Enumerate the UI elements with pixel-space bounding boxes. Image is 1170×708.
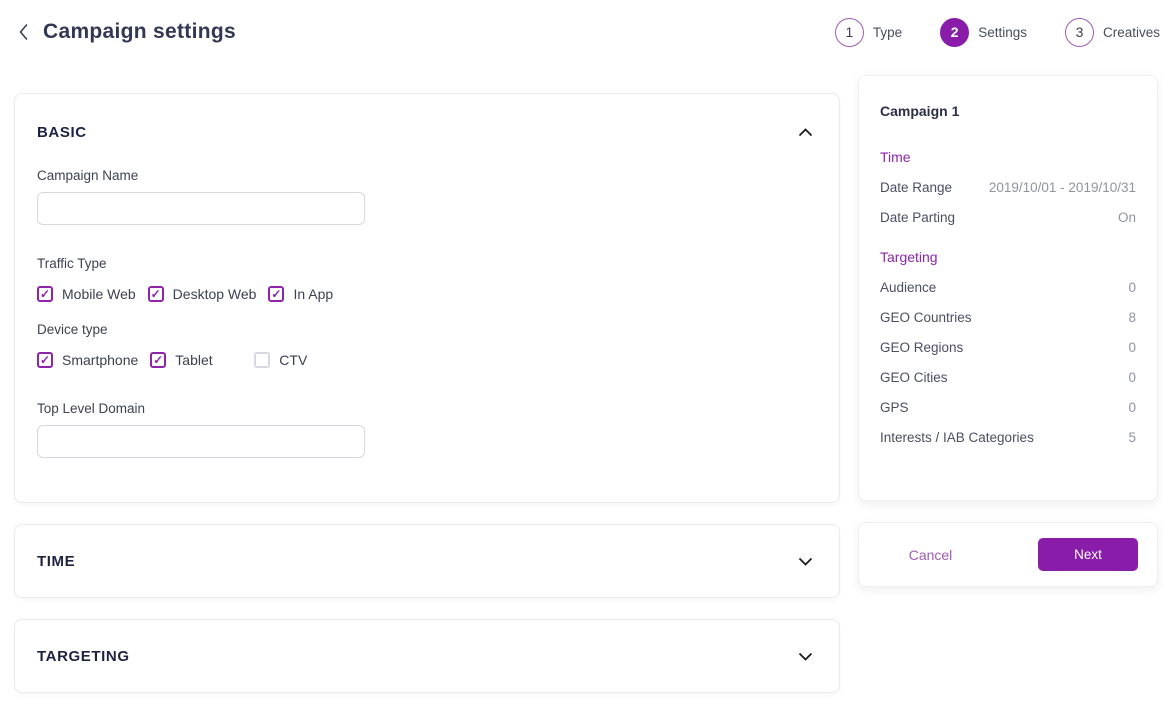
checkbox-label: In App (293, 286, 333, 302)
summary-row-date-parting: Date Parting On (880, 202, 1136, 232)
step-label: Type (873, 25, 902, 40)
page-header: Campaign settings 1 Type 2 Settings 3 Cr… (0, 0, 1170, 64)
checkbox-desktop-web[interactable]: Desktop Web (148, 286, 269, 302)
summary-row-value: 8 (1128, 310, 1136, 325)
time-expand-button[interactable] (794, 553, 817, 570)
chevron-down-icon (798, 557, 813, 566)
campaign-name-label: Campaign Name (37, 168, 817, 183)
device-type-group: Smartphone Tablet CTV (37, 352, 817, 368)
summary-row-value: 5 (1128, 430, 1136, 445)
time-section-card[interactable]: TIME (14, 524, 840, 598)
device-type-label: Device type (37, 322, 817, 337)
checkbox-smartphone[interactable]: Smartphone (37, 352, 150, 368)
checkbox-label: Desktop Web (173, 286, 257, 302)
summary-row-gps: GPS 0 (880, 392, 1136, 422)
top-level-domain-label: Top Level Domain (37, 401, 817, 416)
summary-row-geo-regions: GEO Regions 0 (880, 332, 1136, 362)
step-number-badge: 3 (1065, 18, 1094, 47)
stepper-step-creatives[interactable]: 3 Creatives (1065, 18, 1160, 47)
checkbox-tablet[interactable]: Tablet (150, 352, 254, 368)
basic-section-title: BASIC (37, 124, 87, 141)
summary-row-geo-countries: GEO Countries 8 (880, 302, 1136, 332)
summary-row-label: GEO Countries (880, 310, 972, 325)
traffic-type-group: Mobile Web Desktop Web In App (37, 286, 817, 302)
step-number-badge: 1 (835, 18, 864, 47)
checkbox-label: Tablet (175, 352, 212, 368)
summary-row-geo-cities: GEO Cities 0 (880, 362, 1136, 392)
checkbox-label: Smartphone (62, 352, 138, 368)
cancel-button[interactable]: Cancel (859, 547, 1038, 563)
checkbox-icon (148, 286, 164, 302)
summary-row-label: GEO Regions (880, 340, 963, 355)
page-title: Campaign settings (43, 20, 236, 44)
checkbox-icon (37, 286, 53, 302)
summary-row-value: On (1118, 210, 1136, 225)
back-button[interactable] (16, 21, 31, 43)
checkbox-ctv[interactable]: CTV (254, 352, 358, 368)
summary-group-time: Time (880, 142, 1136, 172)
traffic-type-label: Traffic Type (37, 256, 817, 271)
step-label: Settings (978, 25, 1027, 40)
wizard-stepper: 1 Type 2 Settings 3 Creatives (797, 18, 1160, 47)
step-label: Creatives (1103, 25, 1160, 40)
summary-row-date-range: Date Range 2019/10/01 - 2019/10/31 (880, 172, 1136, 202)
chevron-left-icon (18, 23, 29, 41)
summary-row-audience: Audience 0 (880, 272, 1136, 302)
summary-row-label: Interests / IAB Categories (880, 430, 1034, 445)
time-section-title: TIME (37, 553, 75, 570)
basic-section-card: BASIC Campaign Name Traffic Type Mobile … (14, 93, 840, 503)
summary-row-value: 0 (1128, 370, 1136, 385)
summary-row-value: 0 (1128, 340, 1136, 355)
next-button[interactable]: Next (1038, 538, 1138, 571)
stepper-step-settings[interactable]: 2 Settings (940, 18, 1027, 47)
checkbox-label: CTV (279, 352, 307, 368)
checkbox-label: Mobile Web (62, 286, 136, 302)
checkbox-icon (254, 352, 270, 368)
chevron-down-icon (798, 652, 813, 661)
summary-row-interests-iab: Interests / IAB Categories 5 (880, 422, 1136, 452)
checkbox-icon (150, 352, 166, 368)
checkbox-icon (268, 286, 284, 302)
basic-collapse-button[interactable] (794, 124, 817, 141)
summary-row-label: GEO Cities (880, 370, 948, 385)
step-number-badge: 2 (940, 18, 969, 47)
chevron-up-icon (798, 128, 813, 137)
stepper-step-type[interactable]: 1 Type (835, 18, 902, 47)
wizard-actions-card: Cancel Next (858, 522, 1158, 587)
summary-campaign-title: Campaign 1 (880, 96, 1136, 126)
checkbox-mobile-web[interactable]: Mobile Web (37, 286, 148, 302)
summary-row-label: Date Parting (880, 210, 955, 225)
campaign-name-input[interactable] (37, 192, 365, 225)
targeting-section-title: TARGETING (37, 648, 130, 665)
checkbox-in-app[interactable]: In App (268, 286, 372, 302)
campaign-summary-card: Campaign 1 Time Date Range 2019/10/01 - … (858, 75, 1158, 501)
checkbox-icon (37, 352, 53, 368)
targeting-section-card[interactable]: TARGETING (14, 619, 840, 693)
summary-row-value: 2019/10/01 - 2019/10/31 (989, 180, 1136, 195)
summary-row-value: 0 (1128, 280, 1136, 295)
summary-group-targeting: Targeting (880, 242, 1136, 272)
targeting-expand-button[interactable] (794, 648, 817, 665)
top-level-domain-input[interactable] (37, 425, 365, 458)
summary-row-label: Audience (880, 280, 936, 295)
summary-row-label: GPS (880, 400, 909, 415)
summary-row-value: 0 (1128, 400, 1136, 415)
summary-row-label: Date Range (880, 180, 952, 195)
